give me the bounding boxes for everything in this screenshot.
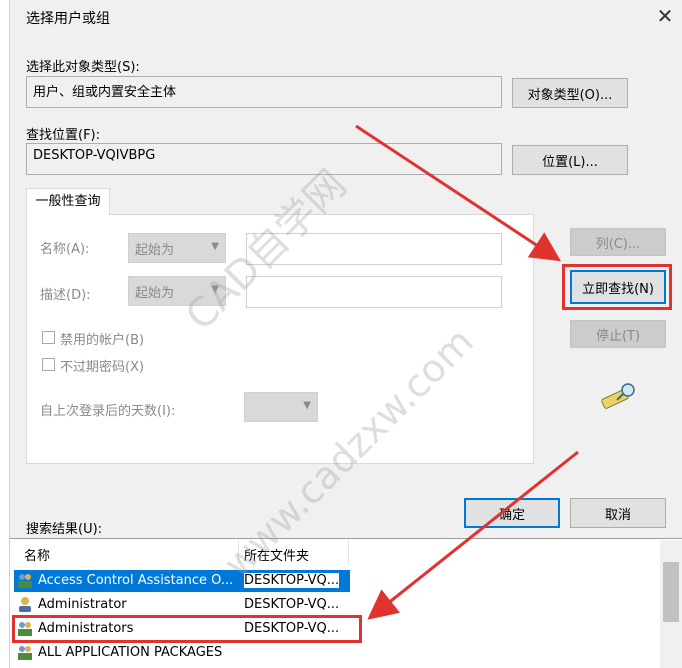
disabled-accounts-checkbox[interactable]: [42, 331, 55, 344]
description-label: 描述(D):: [40, 288, 91, 303]
locations-button[interactable]: 位置(L)...: [512, 145, 628, 175]
search-flashlight-icon: [601, 383, 635, 409]
window-title: 选择用户或组: [26, 11, 110, 27]
object-type-field: 用户、组或内置安全主体: [26, 76, 502, 108]
chevron-down-icon: ▼: [303, 400, 311, 411]
search-results-label: 搜索结果(U):: [26, 522, 103, 537]
no-expire-password-label: 不过期密码(X): [60, 360, 145, 375]
object-types-button[interactable]: 对象类型(O)...: [512, 78, 628, 108]
row-folder: DESKTOP-VQ...: [244, 597, 340, 612]
location-field: DESKTOP-VQIVBPG: [26, 143, 502, 175]
table-row[interactable]: Administrator DESKTOP-VQ...: [14, 594, 350, 616]
table-row[interactable]: ALL APPLICATION PACKAGES: [14, 642, 350, 664]
object-type-label: 选择此对象类型(S):: [26, 60, 140, 75]
column-separator[interactable]: [348, 540, 349, 564]
cancel-button[interactable]: 取消: [570, 498, 666, 528]
table-row[interactable]: Access Control Assistance O... DESKTOP-V…: [14, 570, 350, 592]
disabled-accounts-label: 禁用的帐户(B): [60, 333, 145, 348]
close-icon[interactable]: ✕: [650, 2, 680, 30]
row-folder: DESKTOP-VQ...: [244, 621, 340, 636]
name-label: 名称(A):: [40, 242, 90, 257]
window-left-edge: [0, 0, 10, 668]
group-icon: [18, 646, 32, 660]
row-name: ALL APPLICATION PACKAGES: [38, 645, 223, 660]
row-folder: DESKTOP-VQ...: [244, 573, 340, 588]
description-input[interactable]: [246, 276, 502, 308]
find-now-button[interactable]: 立即查找(N): [570, 270, 666, 304]
stop-button[interactable]: 停止(T): [570, 320, 666, 348]
user-icon: [19, 597, 31, 612]
table-row[interactable]: Administrators DESKTOP-VQ...: [14, 618, 350, 640]
group-icon: [18, 622, 32, 636]
results-scrollbar[interactable]: [660, 540, 682, 668]
row-name: Administrators: [38, 621, 134, 636]
no-expire-password-checkbox[interactable]: [42, 358, 55, 371]
description-mode-value: 起始为: [135, 286, 175, 301]
name-mode-value: 起始为: [135, 243, 175, 258]
columns-button[interactable]: 列(C)...: [570, 228, 666, 256]
location-label: 查找位置(F):: [26, 128, 101, 143]
scrollbar-thumb[interactable]: [663, 562, 679, 622]
column-header-name[interactable]: 名称: [24, 545, 50, 564]
days-since-logon-label: 自上次登录后的天数(I):: [40, 404, 176, 419]
group-icon: [18, 574, 32, 588]
days-since-logon-select[interactable]: ▼: [244, 392, 318, 422]
ok-button[interactable]: 确定: [464, 498, 560, 528]
row-name: Access Control Assistance O...: [38, 573, 234, 588]
row-name: Administrator: [38, 597, 127, 612]
tab-general-query[interactable]: 一般性查询: [26, 188, 110, 215]
